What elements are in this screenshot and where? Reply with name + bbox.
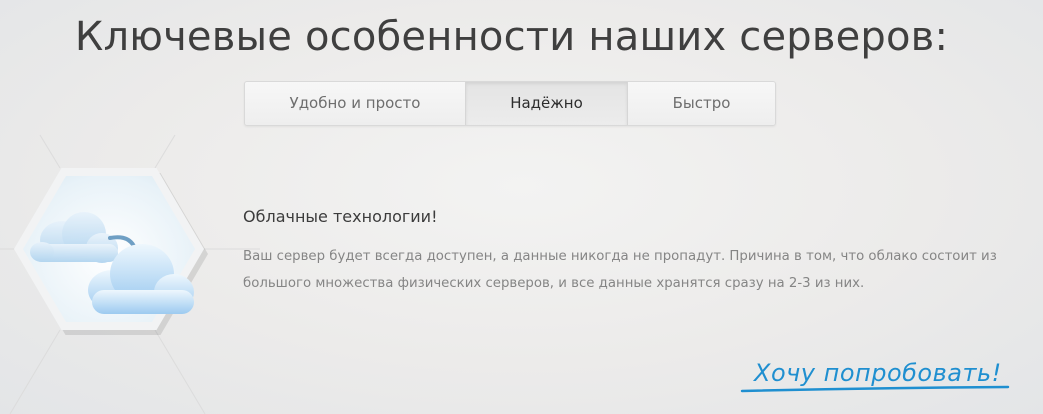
cta-underline [740,385,1010,393]
feature-tabs: Удобно и просто Надёжно Быстро [244,81,776,126]
feature-description: Ваш сервер будет всегда доступен, а данн… [243,249,997,291]
page-title: Ключевые особенности наших серверов: [74,14,949,60]
feature-hexagon [14,168,208,335]
cloud-sync-icon [30,212,194,314]
tab-reliable[interactable]: Надёжно [466,82,628,125]
try-it-button[interactable]: Хочу попробовать! [740,357,1015,395]
tab-fast[interactable]: Быстро [628,82,775,125]
feature-title: Облачные технологии! [243,207,438,226]
tab-convenient[interactable]: Удобно и просто [245,82,466,125]
